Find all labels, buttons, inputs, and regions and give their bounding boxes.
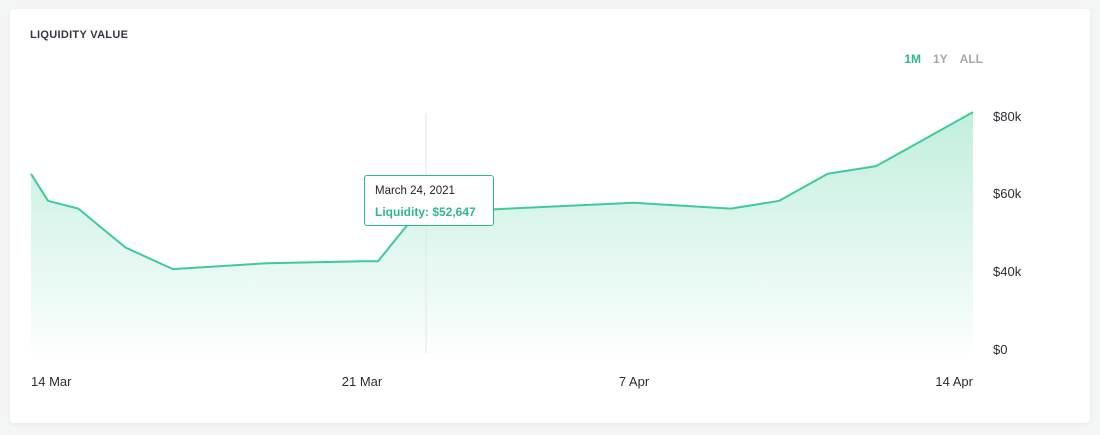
x-tick-label: 21 Mar: [342, 374, 383, 389]
y-axis: $0 $40k $60k $80k: [993, 109, 1022, 357]
liquidity-area-chart: $0 $40k $60k $80k 14 Mar 21 Mar 7 Apr 14 Apr: [30, 109, 1022, 389]
x-tick-label: 14 Mar: [31, 374, 72, 389]
y-tick-label: $60k: [993, 186, 1022, 201]
tooltip-date: March 24, 2021: [375, 185, 455, 197]
series-area-fill: [31, 112, 973, 353]
x-tick-label: 14 Apr: [935, 374, 973, 389]
x-tick-label: 7 Apr: [619, 374, 650, 389]
tooltip-liquidity-value: Liquidity: $52,647: [375, 205, 476, 219]
y-tick-label: $40k: [993, 264, 1022, 279]
y-tick-label: $0: [993, 342, 1007, 357]
x-axis: 14 Mar 21 Mar 7 Apr 14 Apr: [31, 374, 974, 389]
y-tick-label: $80k: [993, 109, 1022, 124]
chart-tooltip: March 24, 2021 Liquidity: $52,647: [364, 175, 494, 226]
